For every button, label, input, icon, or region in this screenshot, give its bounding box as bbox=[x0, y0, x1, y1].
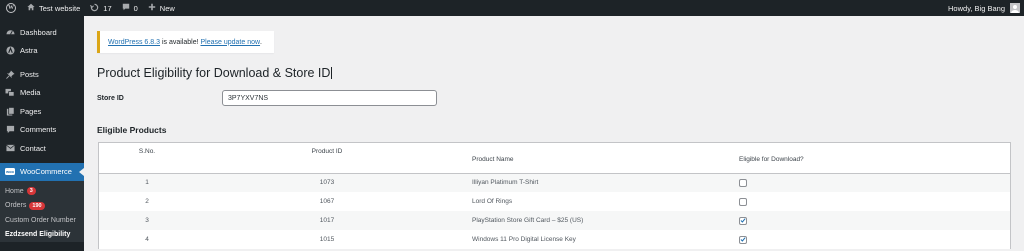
notification-badge: 190 bbox=[29, 201, 45, 210]
menu-label: Contact bbox=[20, 143, 46, 153]
eligible-checkbox[interactable] bbox=[739, 235, 747, 244]
site-name: Test website bbox=[39, 3, 81, 13]
new-content-link[interactable]: New bbox=[143, 0, 180, 16]
menu-pages[interactable]: Pages bbox=[0, 102, 84, 121]
page-title: Product Eligibility for Download & Store… bbox=[97, 66, 333, 80]
menu-label: Dashboard bbox=[20, 27, 57, 37]
submenu-home[interactable]: Home 3 bbox=[0, 184, 84, 199]
table-header-row: S.No. Product ID Product Name Eligible f… bbox=[99, 143, 1010, 173]
header-eligible: Eligible for Download? bbox=[739, 156, 804, 164]
header-product-name: Product Name bbox=[472, 156, 514, 164]
pin-icon bbox=[5, 69, 15, 79]
table-row: 2 1067 Lord Of Rings bbox=[99, 192, 1010, 211]
menu-posts[interactable]: Posts bbox=[0, 65, 84, 84]
submenu-ezdzsend-eligibility[interactable]: Ezdzsend Eligibility bbox=[0, 228, 84, 243]
updates-icon bbox=[90, 3, 99, 14]
woo-icon: woo bbox=[5, 168, 15, 176]
section-title: Eligible Products bbox=[97, 125, 167, 135]
store-id-label: Store ID bbox=[97, 95, 124, 102]
header-product-id: Product ID bbox=[311, 148, 343, 155]
update-notice: WordPress 6.8.3 is available! Please upd… bbox=[97, 31, 274, 53]
updates-link[interactable]: 17 bbox=[85, 0, 116, 16]
comment-bubble-icon bbox=[122, 3, 130, 13]
comments-link[interactable]: 0 bbox=[117, 0, 143, 16]
menu-media[interactable]: Media bbox=[0, 84, 84, 103]
table-row: 3 1017 PlayStation Store Gift Card – $25… bbox=[99, 211, 1010, 230]
cell-product-name: Illiyan Platimum T-Shirt bbox=[472, 179, 539, 187]
eligible-checkbox[interactable] bbox=[739, 216, 747, 225]
greeting: Howdy, Big Bang bbox=[948, 3, 1005, 13]
menu-label: WooCommerce bbox=[20, 167, 72, 177]
avatar bbox=[1010, 3, 1020, 13]
home-icon bbox=[27, 3, 35, 13]
table-row: 4 1015 Windows 11 Pro Digital License Ke… bbox=[99, 230, 1010, 249]
admin-sidebar: Dashboard Astra Posts Media Pages Commen… bbox=[0, 16, 84, 251]
menu-label: Pages bbox=[20, 106, 42, 116]
account-menu[interactable]: Howdy, Big Bang bbox=[948, 3, 1024, 13]
menu-woocommerce[interactable]: woo WooCommerce bbox=[0, 162, 84, 181]
comments-icon bbox=[5, 125, 15, 135]
cell-sno: 3 bbox=[145, 217, 149, 224]
notice-text: is available! bbox=[160, 38, 201, 46]
update-now-link[interactable]: Please update now bbox=[200, 39, 260, 46]
menu-comments[interactable]: Comments bbox=[0, 121, 84, 140]
eligible-products-table: S.No. Product ID Product Name Eligible f… bbox=[98, 142, 1011, 249]
menu-astra[interactable]: Astra bbox=[0, 42, 84, 61]
menu-label: Posts bbox=[20, 69, 39, 79]
cell-product-id: 1015 bbox=[319, 236, 335, 243]
cell-product-id: 1067 bbox=[319, 198, 335, 205]
menu-contact[interactable]: Contact bbox=[0, 139, 84, 158]
header-sno: S.No. bbox=[138, 148, 156, 155]
store-id-input[interactable] bbox=[222, 90, 437, 106]
menu-dashboard[interactable]: Dashboard bbox=[0, 23, 84, 42]
astra-icon bbox=[5, 46, 15, 56]
dashboard-icon bbox=[5, 27, 15, 37]
new-label: New bbox=[159, 3, 175, 13]
submenu-orders[interactable]: Orders 190 bbox=[0, 199, 84, 214]
cell-product-name: Windows 11 Pro Digital License Key bbox=[472, 236, 576, 243]
submenu-custom-order-number[interactable]: Custom Order Number bbox=[0, 213, 84, 228]
plus-icon bbox=[148, 3, 156, 13]
text-caret bbox=[331, 67, 333, 79]
mail-icon bbox=[5, 143, 15, 153]
updates-count: 17 bbox=[103, 3, 112, 13]
site-name-link[interactable]: Test website bbox=[22, 0, 85, 16]
notice-end: . bbox=[260, 38, 262, 46]
cell-product-id: 1017 bbox=[319, 217, 335, 224]
eligible-checkbox[interactable] bbox=[739, 178, 747, 187]
cell-product-name: Lord Of Rings bbox=[472, 198, 513, 205]
menu-label: Media bbox=[20, 88, 41, 98]
pages-icon bbox=[5, 106, 15, 116]
menu-label: Comments bbox=[20, 125, 57, 135]
notification-badge: 3 bbox=[26, 187, 36, 196]
table-row: 1 1073 Illiyan Platimum T-Shirt bbox=[99, 173, 1010, 192]
cell-product-id: 1073 bbox=[319, 179, 335, 187]
wordpress-logo-icon[interactable]: W bbox=[0, 0, 22, 16]
admin-bar: W Test website 17 0 New Howdy, Big Bang bbox=[0, 0, 1024, 16]
menu-label: Astra bbox=[20, 46, 38, 56]
wordpress-version-link[interactable]: WordPress 6.8.3 bbox=[108, 39, 160, 46]
cell-product-name: PlayStation Store Gift Card – $25 (US) bbox=[472, 217, 584, 224]
media-icon bbox=[5, 88, 15, 98]
comments-count: 0 bbox=[133, 3, 138, 13]
cell-sno: 4 bbox=[145, 236, 149, 243]
eligible-checkbox[interactable] bbox=[739, 197, 747, 206]
woocommerce-submenu: Home 3 Orders 190 Custom Order Number Ez… bbox=[0, 181, 84, 242]
cell-sno: 2 bbox=[145, 198, 149, 205]
cell-sno: 1 bbox=[145, 179, 149, 187]
